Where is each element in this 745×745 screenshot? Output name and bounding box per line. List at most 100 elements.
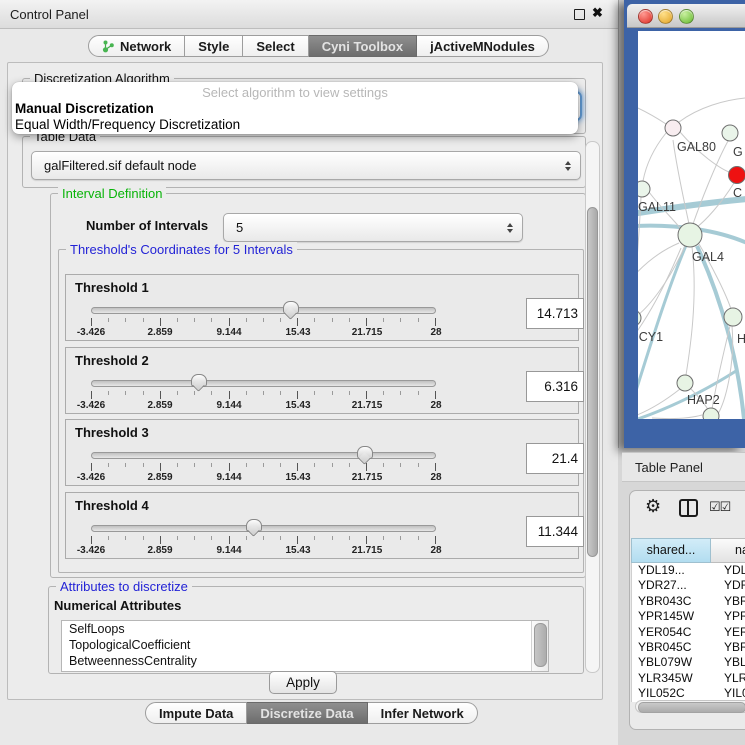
slider-track[interactable] <box>91 452 436 459</box>
tick-mark <box>366 463 367 471</box>
tick-mark <box>229 318 230 326</box>
threshold-slider[interactable]: -3.4262.8599.14415.4321.71528 <box>91 448 436 482</box>
table-horizontal-scrollbar[interactable] <box>635 700 745 713</box>
network-window-titlebar[interactable] <box>627 4 745 28</box>
slider-track[interactable] <box>91 380 436 387</box>
cell-shared-name: YDL19... <box>632 563 714 578</box>
scrollbar-thumb[interactable] <box>534 623 547 667</box>
network-node-h[interactable] <box>724 308 742 326</box>
node-label: C <box>733 186 742 200</box>
interval-definition-group: Interval Definition Number of Intervals … <box>50 193 586 578</box>
tick-mark <box>246 318 247 322</box>
table-data-combobox[interactable]: galFiltered.sif default node <box>31 151 581 180</box>
minimize-light-yellow-icon[interactable] <box>658 9 673 24</box>
tick-mark <box>229 536 230 544</box>
column-view-icon[interactable] <box>679 499 698 517</box>
list-item[interactable]: BetweennessCentrality <box>62 653 548 669</box>
column-header-na[interactable]: na... <box>711 538 745 563</box>
network-node-c[interactable] <box>729 167 745 184</box>
threshold-slider[interactable]: -3.4262.8599.14415.4321.71528 <box>91 303 436 337</box>
tick-mark <box>435 536 436 544</box>
tick-mark <box>332 318 333 322</box>
network-canvas[interactable]: GAL80GCGAL11GAL4GCY1HHAP2 <box>638 31 745 419</box>
slider-thumb-icon[interactable] <box>283 301 299 314</box>
network-node-gal11[interactable] <box>638 181 650 197</box>
content-scrollbar[interactable] <box>585 141 600 673</box>
tick-mark <box>280 463 281 467</box>
network-node[interactable] <box>703 408 719 419</box>
dropdown-option-manual-discretization[interactable]: Manual Discretization <box>12 101 578 117</box>
network-node-hap2[interactable] <box>677 375 693 391</box>
table-row[interactable]: YBR043CYBR0... <box>632 594 745 609</box>
tab-impute-data[interactable]: Impute Data <box>145 702 247 724</box>
tab-jactivemnodules[interactable]: jActiveMNodules <box>417 35 549 57</box>
network-edge <box>679 98 745 122</box>
settings-gear-icon[interactable]: ⚙ <box>645 496 661 516</box>
node-label: HAP2 <box>687 393 720 407</box>
tab-select[interactable]: Select <box>243 35 308 57</box>
tick-mark <box>435 391 436 399</box>
table-panel-card: ⚙ ☑☑ shared...na... YDL19...YDL1...YDR27… <box>629 490 745 730</box>
tick-mark <box>91 536 92 544</box>
numerical-attributes-list[interactable]: SelfLoopsTopologicalCoefficientBetweenne… <box>61 620 549 672</box>
tick-mark <box>229 463 230 471</box>
table-row[interactable]: YPR145WYPR1... <box>632 609 745 624</box>
tick-mark <box>160 536 161 544</box>
tick-label: 2.859 <box>147 327 172 338</box>
tick-mark <box>400 391 401 395</box>
table-row[interactable]: YDR27...YDR2... <box>632 578 745 593</box>
table-row[interactable]: YBR045CYBR0... <box>632 640 745 655</box>
dropdown-option-equal-width-frequency-discretization[interactable]: Equal Width/Frequency Discretization <box>12 117 578 133</box>
table-panel-header: Table Panel <box>622 452 745 482</box>
scrollbar-thumb[interactable] <box>638 702 745 713</box>
slider-tick-labels: -3.4262.8599.14415.4321.71528 <box>91 472 436 483</box>
threshold-coordinates-group: Threshold's Coordinates for 5 Intervals … <box>58 249 584 573</box>
tick-mark <box>125 318 126 322</box>
network-node-g[interactable] <box>722 125 738 141</box>
threshold-slider[interactable]: -3.4262.8599.14415.4321.71528 <box>91 521 436 555</box>
tab-style[interactable]: Style <box>185 35 243 57</box>
select-columns-icon[interactable]: ☑☑ <box>709 499 730 515</box>
cell-name: YLR3... <box>714 671 745 686</box>
close-light-red-icon[interactable] <box>638 9 653 24</box>
network-node-gal4[interactable] <box>678 223 702 247</box>
table-row[interactable]: YDL19...YDL1... <box>632 563 745 578</box>
column-header-shared[interactable]: shared... <box>631 538 711 563</box>
tick-mark <box>349 463 350 467</box>
tab-network[interactable]: Network <box>88 35 185 57</box>
threshold-value-field[interactable]: 21.4 <box>526 443 584 474</box>
tick-mark <box>314 318 315 322</box>
list-scrollbar[interactable] <box>531 621 548 671</box>
close-icon[interactable]: ✖ <box>592 5 603 21</box>
list-item[interactable]: TopologicalCoefficient <box>62 637 548 653</box>
tick-mark <box>263 318 264 322</box>
dropdown-options: Manual DiscretizationEqual Width/Frequen… <box>12 101 578 133</box>
scrollbar-thumb[interactable] <box>587 207 598 557</box>
number-of-intervals-combobox[interactable]: 5 <box>223 213 523 242</box>
tick-mark <box>400 536 401 540</box>
list-item[interactable]: SelfLoops <box>62 621 548 637</box>
tab-discretize-data[interactable]: Discretize Data <box>247 702 367 724</box>
cell-name: YPR1... <box>714 609 745 624</box>
attributes-group: Attributes to discretize Numerical Attri… <box>48 586 584 674</box>
network-node-gal80[interactable] <box>665 120 681 136</box>
threshold-slider[interactable]: -3.4262.8599.14415.4321.71528 <box>91 376 436 410</box>
slider-track[interactable] <box>91 525 436 532</box>
table-row[interactable]: YLR345WYLR3... <box>632 671 745 686</box>
tab-cyni-toolbox[interactable]: Cyni Toolbox <box>309 35 417 57</box>
threshold-value-field[interactable]: 6.316 <box>526 371 584 402</box>
slider-thumb-icon[interactable] <box>191 374 207 387</box>
threshold-value-field[interactable]: 14.713 <box>526 298 584 329</box>
zoom-light-green-icon[interactable] <box>679 9 694 24</box>
threshold-value-field[interactable]: 11.344 <box>526 516 584 547</box>
tick-mark <box>280 536 281 540</box>
slider-track[interactable] <box>91 307 436 314</box>
table-row[interactable]: YBL079WYBL0... <box>632 655 745 670</box>
apply-button[interactable]: Apply <box>269 671 337 694</box>
slider-thumb-icon[interactable] <box>357 446 373 459</box>
float-icon[interactable] <box>574 9 585 20</box>
table-row[interactable]: YER054CYER0... <box>632 625 745 640</box>
tick-mark <box>91 391 92 399</box>
tab-infer-network[interactable]: Infer Network <box>368 702 478 724</box>
slider-thumb-icon[interactable] <box>246 519 262 532</box>
